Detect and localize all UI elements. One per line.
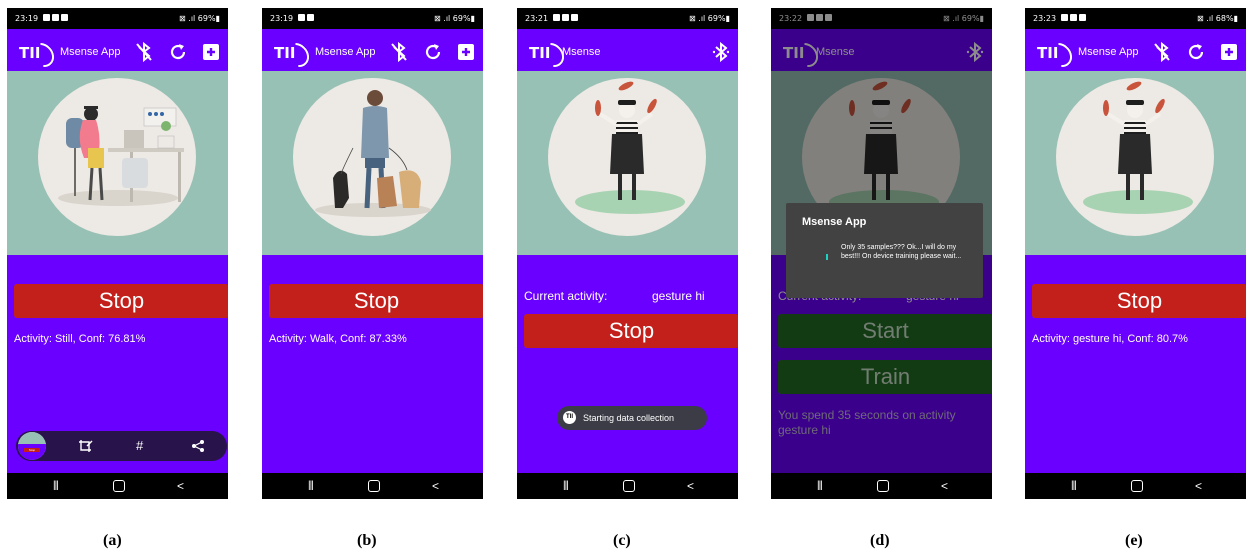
tii-logo: TII (19, 38, 59, 72)
app-title: Msense App (60, 46, 121, 58)
caption-c: (c) (613, 532, 631, 549)
status-time: 23:19 (270, 14, 294, 23)
home-button[interactable] (1131, 480, 1143, 492)
illustration-circle (1056, 78, 1214, 236)
phone-screen-d: 23:22 ⊠ .ıl 69%▮ TII Msense C (771, 8, 992, 499)
phone-screen-b: 23:19 ⊠ .ıl 69%▮ TII Msense App Stop Act… (262, 8, 483, 499)
progress-spinner-icon (826, 254, 828, 260)
status-time: 23:23 (1033, 14, 1057, 23)
system-nav-bar: ||| < (262, 473, 483, 499)
phone-screen-c: 23:21 ⊠ .ıl 69%▮ TII Msense Current acti… (517, 8, 738, 499)
current-activity-value: gesture hi (652, 289, 705, 303)
crop-edit-icon[interactable] (78, 438, 94, 454)
activity-confidence-text: Activity: gesture hi, Conf: 80.7% (1032, 333, 1188, 345)
refresh-icon[interactable] (422, 41, 444, 63)
back-button[interactable]: < (432, 479, 439, 493)
person-sewing-illustration (58, 106, 184, 206)
stop-button[interactable]: Stop (1032, 284, 1246, 318)
dialog-message: Only 35 samples??? Ok...I will do my bes… (841, 244, 962, 260)
mime-juggling-illustration (575, 81, 685, 214)
status-right: ⊠ .ıl 69%▮ (434, 14, 475, 23)
app-title: Msense App (315, 46, 376, 58)
status-bar: 23:21 ⊠ .ıl 69%▮ (517, 8, 738, 29)
caption-e: (e) (1125, 532, 1143, 549)
home-button[interactable] (113, 480, 125, 492)
system-nav-bar: ||| < (1025, 473, 1246, 499)
caption-b: (b) (357, 532, 377, 549)
phone-screen-a: 23:19 ⊠ .ıl 69%▮ TII Msense App Stop Act… (7, 8, 228, 499)
system-nav-bar: ||| < (771, 473, 992, 499)
notification-icons (1061, 14, 1086, 21)
status-time: 23:21 (525, 14, 549, 23)
tii-logo: TII (1037, 38, 1077, 72)
recents-button[interactable]: ||| (1071, 480, 1077, 491)
floating-edit-toolbar: Stop # (16, 431, 227, 461)
stop-button[interactable]: Stop (269, 284, 483, 318)
bluetooth-disabled-icon[interactable] (388, 41, 410, 63)
status-bar: 23:19 ⊠ .ıl 69%▮ (7, 8, 228, 29)
refresh-icon[interactable] (1185, 41, 1207, 63)
recents-button[interactable]: ||| (563, 480, 569, 491)
dialog-title: Msense App (802, 216, 867, 228)
bluetooth-disabled-icon[interactable] (133, 41, 155, 63)
app-title: Msense App (1078, 46, 1139, 58)
activity-illustration (1025, 71, 1246, 255)
status-bar: 23:23 ⊠ .ıl 68%▮ (1025, 8, 1246, 29)
activity-illustration (7, 71, 228, 255)
tii-logo: TII (529, 38, 569, 72)
status-right: ⊠ .ıl 69%▮ (179, 14, 220, 23)
toast-text: Starting data collection (583, 413, 675, 423)
system-nav-bar: ||| < (517, 473, 738, 499)
hashtag-icon[interactable]: # (136, 438, 143, 453)
status-right: ⊠ .ıl 69%▮ (689, 14, 730, 23)
back-button[interactable]: < (687, 479, 694, 493)
recents-button[interactable]: ||| (53, 480, 59, 491)
status-bar: 23:19 ⊠ .ıl 69%▮ (262, 8, 483, 29)
add-box-icon[interactable] (1218, 41, 1240, 63)
recents-button[interactable]: ||| (817, 480, 823, 491)
training-progress-dialog: Msense App Only 35 samples??? Ok...I wil… (786, 203, 983, 298)
current-activity-label: Current activity: (524, 289, 608, 303)
stop-button[interactable]: Stop (14, 284, 228, 318)
caption-d: (d) (870, 532, 890, 549)
bluetooth-disabled-icon[interactable] (1151, 41, 1173, 63)
tii-logo-icon: TII (563, 411, 576, 424)
add-box-icon[interactable] (455, 41, 477, 63)
stop-button[interactable]: Stop (524, 314, 738, 348)
back-button[interactable]: < (941, 479, 948, 493)
activity-illustration (517, 71, 738, 255)
tii-logo: TII (274, 38, 314, 72)
screenshot-thumbnail[interactable]: Stop (18, 432, 46, 460)
toast-message: TII Starting data collection (557, 406, 707, 430)
illustration-circle (38, 78, 196, 236)
notification-icons (298, 14, 314, 21)
back-button[interactable]: < (1195, 479, 1202, 493)
home-button[interactable] (368, 480, 380, 492)
status-time: 23:19 (15, 14, 39, 23)
activity-illustration (262, 71, 483, 255)
status-right: ⊠ .ıl 68%▮ (1197, 14, 1238, 23)
person-walking-dogs-illustration (315, 90, 431, 217)
share-icon[interactable] (191, 439, 205, 453)
home-button[interactable] (623, 480, 635, 492)
notification-icons (553, 14, 578, 21)
system-nav-bar: ||| < (7, 473, 228, 499)
add-box-icon[interactable] (200, 41, 222, 63)
illustration-circle (293, 78, 451, 236)
caption-a: (a) (103, 532, 122, 549)
app-title: Msense (562, 46, 601, 58)
activity-confidence-text: Activity: Still, Conf: 76.81% (14, 333, 146, 345)
back-button[interactable]: < (177, 479, 184, 493)
activity-confidence-text: Activity: Walk, Conf: 87.33% (269, 333, 407, 345)
illustration-circle (548, 78, 706, 236)
phone-screen-e: 23:23 ⊠ .ıl 68%▮ TII Msense App Stop Act… (1025, 8, 1246, 499)
refresh-icon[interactable] (167, 41, 189, 63)
recents-button[interactable]: ||| (308, 480, 314, 491)
home-button[interactable] (877, 480, 889, 492)
bluetooth-searching-icon[interactable] (710, 41, 732, 63)
mime-juggling-illustration (1083, 81, 1193, 214)
notification-icons (43, 14, 68, 21)
